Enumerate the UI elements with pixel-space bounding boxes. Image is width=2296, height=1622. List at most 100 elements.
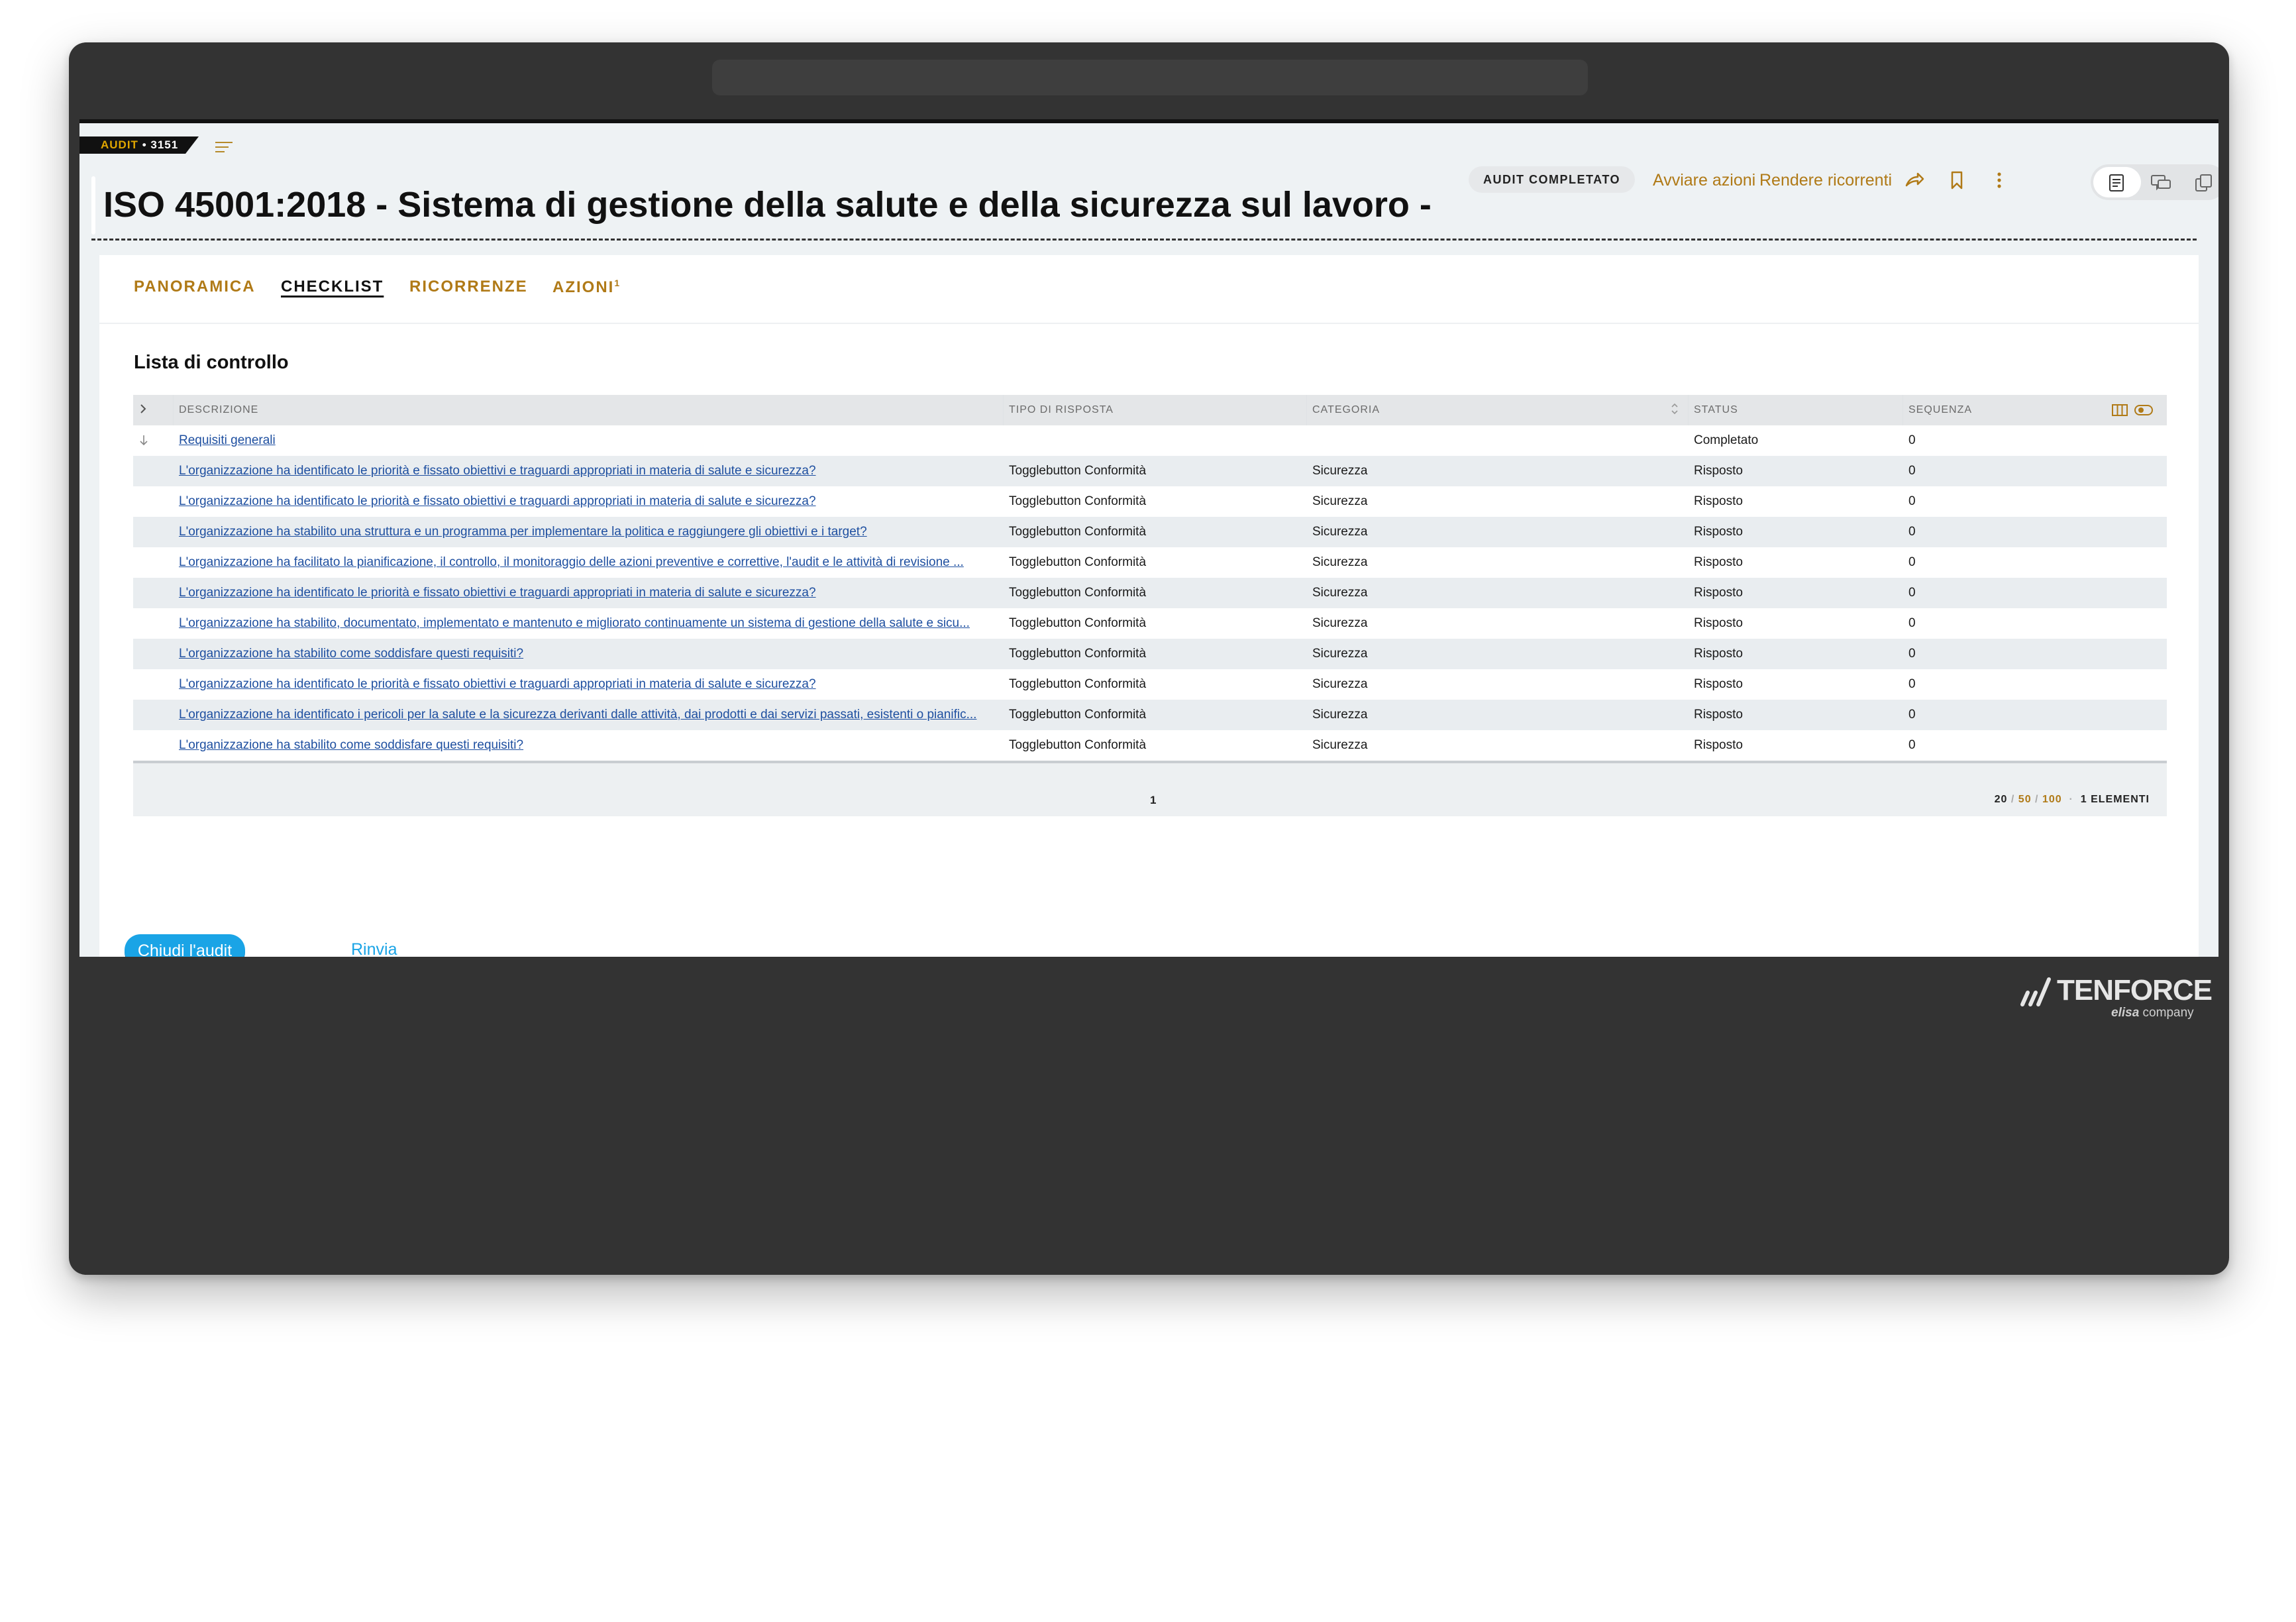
column-header-status[interactable]: STATUS xyxy=(1694,404,1738,416)
record-id: 3151 xyxy=(150,138,179,151)
page-size-50[interactable]: 50 xyxy=(2018,794,2032,805)
cell-categoria: Sicurezza xyxy=(1312,647,1368,661)
app-screen: AUDIT • 3151 ISO 45001:2018 - Sistema di… xyxy=(79,119,2218,957)
cell-tipo: Togglebutton Conformità xyxy=(1009,738,1147,752)
cell-sequenza: 0 xyxy=(1908,555,1916,569)
copies-view-icon[interactable] xyxy=(2194,174,2214,192)
sort-icon[interactable] xyxy=(1670,402,1679,416)
page-title: ISO 45001:2018 - Sistema di gestione del… xyxy=(103,185,1432,225)
tab-ricorrenze[interactable]: RICORRENZE xyxy=(409,278,528,296)
device-frame: AUDIT • 3151 ISO 45001:2018 - Sistema di… xyxy=(69,42,2229,1275)
column-header-sequenza[interactable]: SEQUENZA xyxy=(1908,404,1972,416)
cell-descrizione[interactable]: L'organizzazione ha identificato i peric… xyxy=(179,708,998,722)
table-row[interactable]: L'organizzazione ha facilitato la pianif… xyxy=(133,547,2167,578)
cell-status: Risposto xyxy=(1694,464,1743,478)
cell-descrizione[interactable]: L'organizzazione ha identificato le prio… xyxy=(179,586,998,600)
cell-tipo: Togglebutton Conformità xyxy=(1009,525,1147,539)
column-header-tipo[interactable]: TIPO DI RISPOSTA xyxy=(1009,404,1114,416)
cell-status: Completato xyxy=(1694,433,1759,447)
table-row[interactable]: L'organizzazione ha identificato le prio… xyxy=(133,669,2167,700)
list-menu-icon[interactable] xyxy=(215,142,233,156)
cell-sequenza: 0 xyxy=(1908,494,1916,508)
tenforce-logo: TENFORCE elisa company xyxy=(2020,971,2213,1024)
columns-icon[interactable] xyxy=(2111,403,2128,417)
cell-tipo: Togglebutton Conformità xyxy=(1009,647,1147,661)
postpone-link[interactable]: Rinvia xyxy=(351,940,397,957)
document-view-icon[interactable] xyxy=(2108,174,2125,192)
table-row[interactable]: L'organizzazione ha identificato le prio… xyxy=(133,456,2167,486)
cell-tipo: Togglebutton Conformità xyxy=(1009,494,1147,508)
section-title: Lista di controllo xyxy=(134,352,289,373)
table-row[interactable]: L'organizzazione ha stabilito come soddi… xyxy=(133,730,2167,761)
toggle-icon[interactable] xyxy=(2134,403,2154,417)
tab-azioni-label: AZIONI xyxy=(552,278,615,296)
group-row[interactable]: Requisiti generali Completato 0 xyxy=(133,425,2167,456)
cell-descrizione[interactable]: L'organizzazione ha stabilito come soddi… xyxy=(179,647,998,661)
page-size-100[interactable]: 100 xyxy=(2042,794,2062,805)
cell-sequenza: 0 xyxy=(1908,738,1916,752)
cell-sequenza: 0 xyxy=(1908,677,1916,691)
bookmark-icon[interactable] xyxy=(1946,170,1967,191)
logo-wordmark: TENFORCE xyxy=(2057,974,2213,1006)
tab-divider xyxy=(99,323,2199,324)
grid-header: DESCRIZIONE TIPO DI RISPOSTA CATEGORIA S… xyxy=(133,395,2167,425)
tab-checklist[interactable]: CHECKLIST xyxy=(281,278,384,296)
record-tag: AUDIT • 3151 xyxy=(79,136,199,154)
cell-status: Risposto xyxy=(1694,677,1743,691)
cell-sequenza: 0 xyxy=(1908,708,1916,722)
cell-categoria: Sicurezza xyxy=(1312,464,1368,478)
comments-view-icon[interactable] xyxy=(2150,174,2171,192)
cell-tipo: Togglebutton Conformità xyxy=(1009,677,1147,691)
column-header-categoria[interactable]: CATEGORIA xyxy=(1312,404,1380,416)
make-recurring-link[interactable]: Rendere ricorrenti xyxy=(1759,171,1892,190)
cell-status: Risposto xyxy=(1694,525,1743,539)
address-bar[interactable] xyxy=(712,60,1588,95)
close-audit-button[interactable]: Chiudi l'audit xyxy=(125,934,245,957)
logo-sub-brand: elisa xyxy=(2111,1006,2140,1020)
cell-descrizione[interactable]: L'organizzazione ha stabilito una strutt… xyxy=(179,525,998,539)
cell-categoria: Sicurezza xyxy=(1312,494,1368,508)
cell-descrizione[interactable]: L'organizzazione ha facilitato la pianif… xyxy=(179,555,998,570)
cell-categoria: Sicurezza xyxy=(1312,616,1368,630)
table-row[interactable]: L'organizzazione ha identificato i peric… xyxy=(133,700,2167,730)
column-header-descrizione[interactable]: DESCRIZIONE xyxy=(179,404,258,416)
cell-tipo: Togglebutton Conformità xyxy=(1009,708,1147,722)
cell-categoria: Sicurezza xyxy=(1312,677,1368,691)
cell-status: Risposto xyxy=(1694,647,1743,661)
cell-tipo: Togglebutton Conformità xyxy=(1009,555,1147,569)
cell-sequenza: 0 xyxy=(1908,647,1916,661)
logo-sub-suffix: company xyxy=(2142,1006,2194,1020)
pager-dot: · xyxy=(2069,794,2073,805)
tag-separator: • xyxy=(142,138,147,151)
cell-descrizione[interactable]: L'organizzazione ha identificato le prio… xyxy=(179,494,998,509)
record-type: AUDIT xyxy=(101,138,138,151)
cell-sequenza: 0 xyxy=(1908,464,1916,478)
cell-categoria: Sicurezza xyxy=(1312,555,1368,569)
cell-descrizione[interactable]: L'organizzazione ha identificato le prio… xyxy=(179,677,998,692)
cell-descrizione[interactable]: Requisiti generali xyxy=(179,433,998,448)
share-icon[interactable] xyxy=(1904,170,1925,191)
cell-descrizione[interactable]: L'organizzazione ha stabilito, documenta… xyxy=(179,616,998,631)
cell-tipo: Togglebutton Conformità xyxy=(1009,586,1147,600)
tenforce-logo-mark xyxy=(2020,977,2051,1006)
pager-divider: / xyxy=(2035,794,2039,805)
table-row[interactable]: L'organizzazione ha identificato le prio… xyxy=(133,486,2167,517)
page-number[interactable]: 1 xyxy=(1150,794,1156,807)
cell-tipo: Togglebutton Conformità xyxy=(1009,464,1147,478)
expand-all-icon[interactable] xyxy=(138,403,148,415)
cell-descrizione[interactable]: L'organizzazione ha stabilito come soddi… xyxy=(179,738,998,753)
table-row[interactable]: L'organizzazione ha identificato le prio… xyxy=(133,578,2167,608)
more-vertical-icon[interactable] xyxy=(1989,170,2010,191)
cell-descrizione[interactable]: L'organizzazione ha identificato le prio… xyxy=(179,464,998,478)
start-actions-link[interactable]: Avviare azioni xyxy=(1653,171,1755,190)
table-row[interactable]: L'organizzazione ha stabilito, documenta… xyxy=(133,608,2167,639)
tab-azioni[interactable]: AZIONI1 xyxy=(552,278,619,297)
grid-footer: 1 20 / 50 / 100 · 1 ELEMENTI xyxy=(133,786,2167,816)
table-row[interactable]: L'organizzazione ha stabilito una strutt… xyxy=(133,517,2167,547)
page-size-20[interactable]: 20 xyxy=(1995,794,2008,805)
tab-panoramica[interactable]: PANORAMICA xyxy=(134,278,256,296)
table-row[interactable]: L'organizzazione ha stabilito come soddi… xyxy=(133,639,2167,669)
cell-categoria: Sicurezza xyxy=(1312,525,1368,539)
collapse-group-icon[interactable] xyxy=(138,434,149,447)
grid-summary-row xyxy=(133,763,2167,786)
